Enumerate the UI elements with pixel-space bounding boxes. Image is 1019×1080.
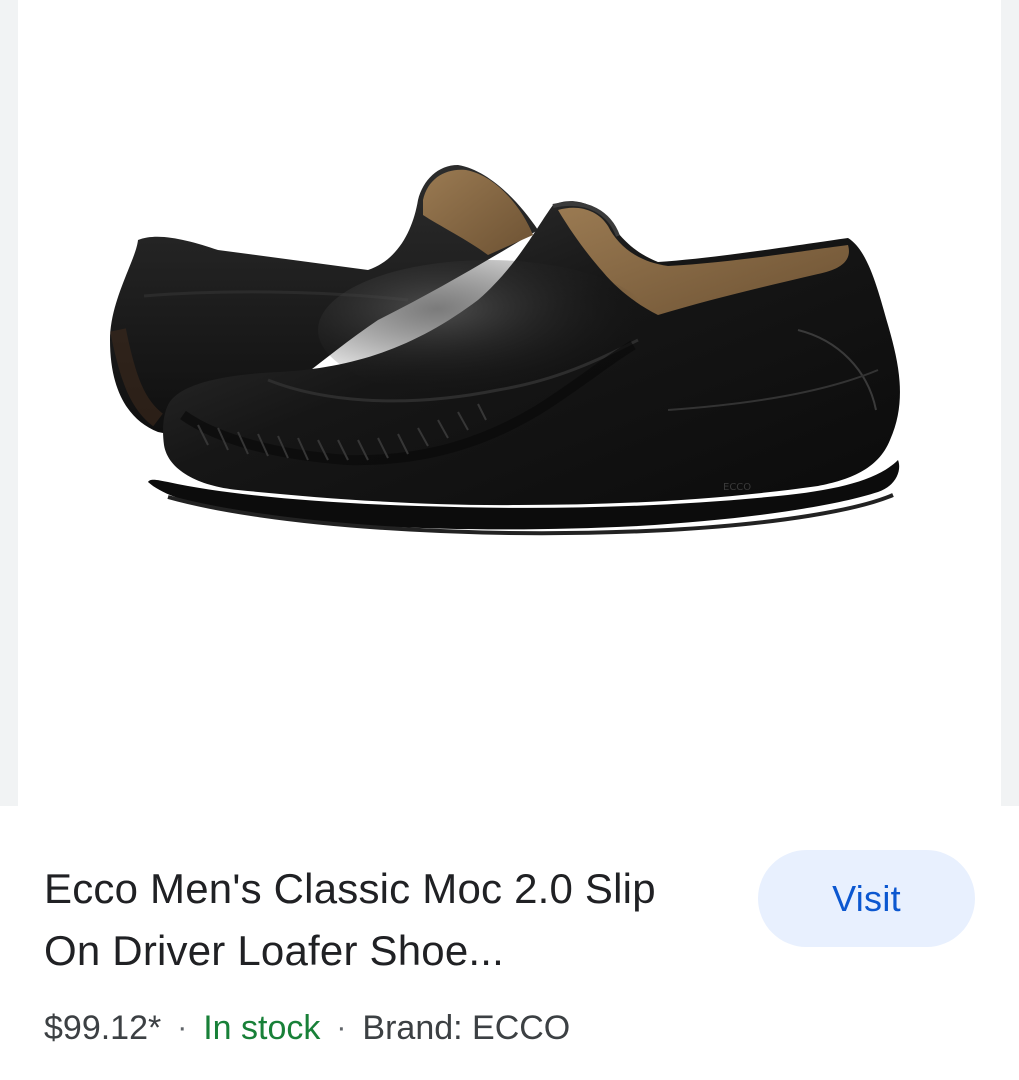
product-card: ECCO Ecco Men's Classic Moc 2.0 Slip On … bbox=[0, 0, 1019, 1080]
product-title[interactable]: Ecco Men's Classic Moc 2.0 Slip On Drive… bbox=[44, 858, 724, 982]
brand-label: Brand: ECCO bbox=[362, 1008, 571, 1047]
image-frame: ECCO bbox=[0, 0, 1019, 806]
product-image-panel[interactable]: ECCO bbox=[18, 0, 1001, 806]
visit-button[interactable]: Visit bbox=[758, 850, 975, 947]
availability-status: In stock bbox=[203, 1008, 321, 1047]
product-info: Ecco Men's Classic Moc 2.0 Slip On Drive… bbox=[0, 806, 1019, 1080]
loafer-shoes-icon[interactable]: ECCO bbox=[18, 0, 1001, 806]
product-meta: $99.12* · In stock · Brand: ECCO bbox=[44, 1006, 570, 1050]
separator-dot: · bbox=[177, 1011, 188, 1044]
svg-text:ECCO: ECCO bbox=[723, 482, 751, 493]
price: $99.12* bbox=[44, 1008, 162, 1047]
separator-dot: · bbox=[336, 1011, 347, 1044]
